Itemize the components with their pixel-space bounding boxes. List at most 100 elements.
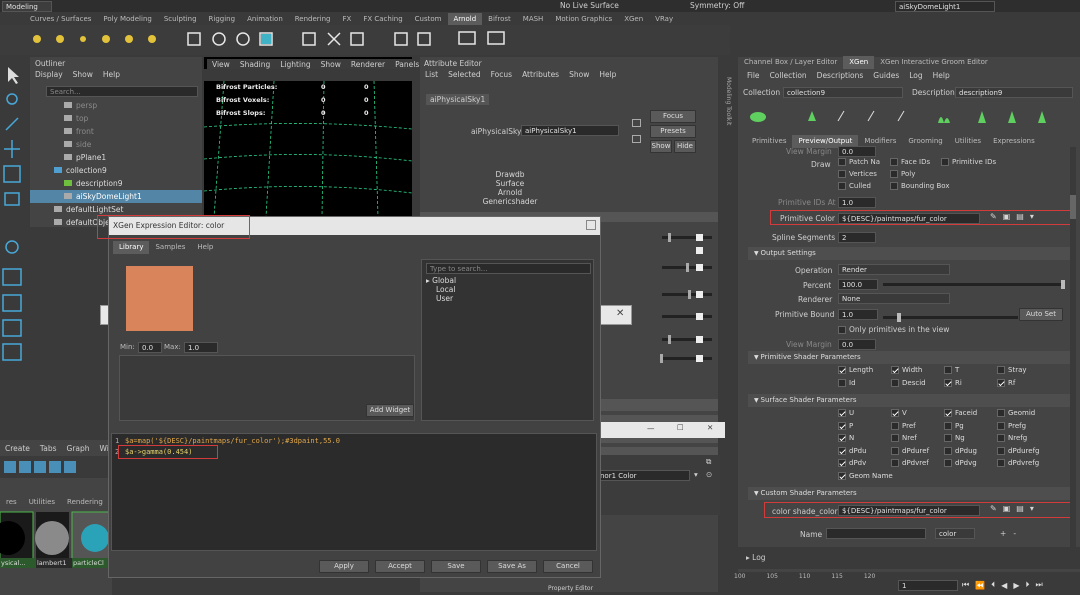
color-attr-field[interactable]: nor1 Color	[596, 470, 690, 481]
view-margin-field[interactable]: 0.0	[838, 339, 876, 350]
menu-item[interactable]: Collection	[765, 71, 812, 80]
menu-item[interactable]: Log	[904, 71, 927, 80]
param-checkbox[interactable]: dPdug	[944, 446, 977, 455]
prim-ids-at-field[interactable]: 1.0	[838, 197, 876, 208]
menu-item[interactable]: Create	[0, 444, 35, 453]
menu-item[interactable]: List	[420, 70, 443, 79]
name-field[interactable]	[826, 528, 926, 539]
primitive-color-field[interactable]: ${DESC}/paintmaps/fur_color	[838, 213, 980, 224]
menu-item[interactable]: Selected	[443, 70, 486, 79]
menu-item[interactable]: Graph	[62, 444, 95, 453]
checkbox-icon[interactable]	[890, 170, 898, 178]
menu-item[interactable]: Display	[30, 70, 68, 79]
param-checkbox[interactable]: N	[838, 434, 854, 442]
viewport-panel[interactable]: View Shading Lighting Show Renderer Panels Bi…	[204, 57, 419, 217]
add-remove-icons[interactable]: + -	[1000, 529, 1016, 538]
renderer-dropdown[interactable]: None	[838, 293, 950, 304]
checkbox-icon[interactable]	[944, 421, 952, 430]
operation-dropdown[interactable]: Render	[838, 264, 950, 275]
checkbox-icon[interactable]	[997, 378, 1005, 387]
outliner-item[interactable]: persp	[30, 99, 202, 112]
checkbox-icon[interactable]	[891, 459, 899, 467]
menu-icon[interactable]: ▾	[1030, 212, 1034, 221]
primitive-bound-slider[interactable]	[883, 313, 1018, 322]
checkbox-icon[interactable]	[997, 409, 1005, 417]
param-checkbox[interactable]: Descid	[891, 378, 926, 387]
live-surface-label[interactable]: No Live Surface	[560, 1, 619, 10]
physical-sky-field[interactable]: aiPhysicalSky1	[521, 125, 619, 136]
param-checkbox[interactable]: P	[838, 421, 853, 430]
playback-controls[interactable]: ⏮ ⏪ ⏴ ◀ ▶ ⏵ ⏭	[962, 580, 1043, 590]
view-margin-top-field[interactable]: 0.0	[838, 146, 876, 157]
checkbox-icon[interactable]	[891, 378, 899, 387]
checkbox-icon[interactable]	[838, 182, 846, 190]
menu-item[interactable]: Help	[928, 71, 955, 80]
shelf-tab[interactable]: Sculpting	[158, 13, 203, 25]
menu-item[interactable]: Lighting	[275, 60, 315, 69]
param-checkbox[interactable]: U	[838, 409, 854, 417]
outliner-item[interactable]: top	[30, 112, 202, 125]
param-checkbox[interactable]: dPdu	[838, 446, 867, 455]
param-checkbox[interactable]: dPdurefg	[997, 446, 1039, 455]
expression-button[interactable]: Accept	[375, 560, 425, 573]
param-checkbox[interactable]: Ri	[944, 378, 962, 387]
show-button[interactable]: Show	[650, 140, 672, 153]
param-checkbox[interactable]: Geomid	[997, 409, 1035, 417]
param-checkbox[interactable]: dPdv	[838, 459, 866, 467]
menu-item[interactable]: File	[742, 71, 765, 80]
hypershade-toolbar[interactable]	[0, 456, 112, 478]
paint-brush-icon[interactable]: ✎	[990, 504, 997, 513]
checkbox-icon[interactable]	[838, 421, 846, 430]
outliner-search-input[interactable]: Search...	[46, 86, 198, 97]
attribute-tab[interactable]: aiPhysicalSky1	[426, 94, 490, 105]
library-item[interactable]: Local	[426, 285, 456, 294]
checkbox-icon[interactable]	[997, 366, 1005, 374]
quick-search-field[interactable]: aiSkyDomeLight1	[895, 1, 995, 12]
outliner-item[interactable]: pPlane1	[30, 151, 202, 164]
checkbox-icon[interactable]	[944, 366, 952, 374]
menu-item[interactable]: Guides	[868, 71, 904, 80]
menu-item[interactable]: Shading	[235, 60, 275, 69]
draw-checkbox[interactable]: Bounding Box	[890, 182, 949, 190]
right-top-tab[interactable]: XGen	[843, 56, 875, 69]
checkbox-icon[interactable]	[997, 459, 1005, 467]
checkbox-icon[interactable]	[838, 158, 846, 166]
expression-button[interactable]: Apply	[319, 560, 369, 573]
menu-item[interactable]: Focus	[486, 70, 517, 79]
percent-slider[interactable]	[883, 280, 1065, 289]
checkbox-icon[interactable]	[941, 158, 949, 166]
output-settings-header[interactable]: Output Settings	[748, 247, 1070, 260]
checkbox-icon[interactable]	[944, 378, 952, 387]
viewport-toolbar[interactable]	[204, 69, 412, 81]
input-connection-icon[interactable]	[632, 119, 641, 127]
xgen-subtab[interactable]: Expressions	[987, 135, 1041, 148]
custom-shader-header[interactable]: Custom Shader Parameters	[748, 487, 1070, 500]
checkbox-icon[interactable]	[891, 366, 899, 374]
shelf-icons[interactable]	[0, 25, 730, 55]
param-checkbox[interactable]: Pg	[944, 421, 964, 430]
hypershade-tab[interactable]: Utilities	[23, 496, 61, 509]
param-checkbox[interactable]: Length	[838, 366, 873, 374]
shelf-tab[interactable]: FX	[337, 13, 358, 25]
menu-item[interactable]: Renderer	[346, 60, 390, 69]
menu-item[interactable]: Show	[564, 70, 594, 79]
custom-shade-tools[interactable]: ✎ ▣ ▤ ▾	[990, 504, 1034, 513]
menu-item[interactable]: Tabs	[35, 444, 62, 453]
right-top-tab[interactable]: Channel Box / Layer Editor	[738, 56, 843, 69]
presets-button[interactable]: Presets	[650, 125, 696, 138]
draw-checkbox[interactable]: Patch Na	[838, 158, 880, 166]
min-field[interactable]: 0.0	[138, 342, 162, 353]
type-dropdown[interactable]: color	[935, 528, 975, 539]
collection-dropdown[interactable]: collection9	[783, 87, 903, 98]
outliner-item[interactable]: aiSkyDomeLight1	[30, 190, 202, 203]
close-icon[interactable]: ✕	[707, 423, 713, 432]
checkbox-icon[interactable]	[838, 446, 846, 455]
menu-item[interactable]: View	[207, 60, 235, 69]
checkbox-icon[interactable]	[838, 471, 846, 480]
xgen-subtab[interactable]: Utilities	[949, 135, 987, 148]
checkbox-icon[interactable]	[997, 421, 1005, 430]
tool-icons[interactable]	[0, 62, 24, 382]
checkbox-icon[interactable]	[838, 170, 846, 178]
hypershade-tab[interactable]: res	[0, 496, 23, 509]
draw-checkbox[interactable]: Culled	[838, 182, 871, 190]
